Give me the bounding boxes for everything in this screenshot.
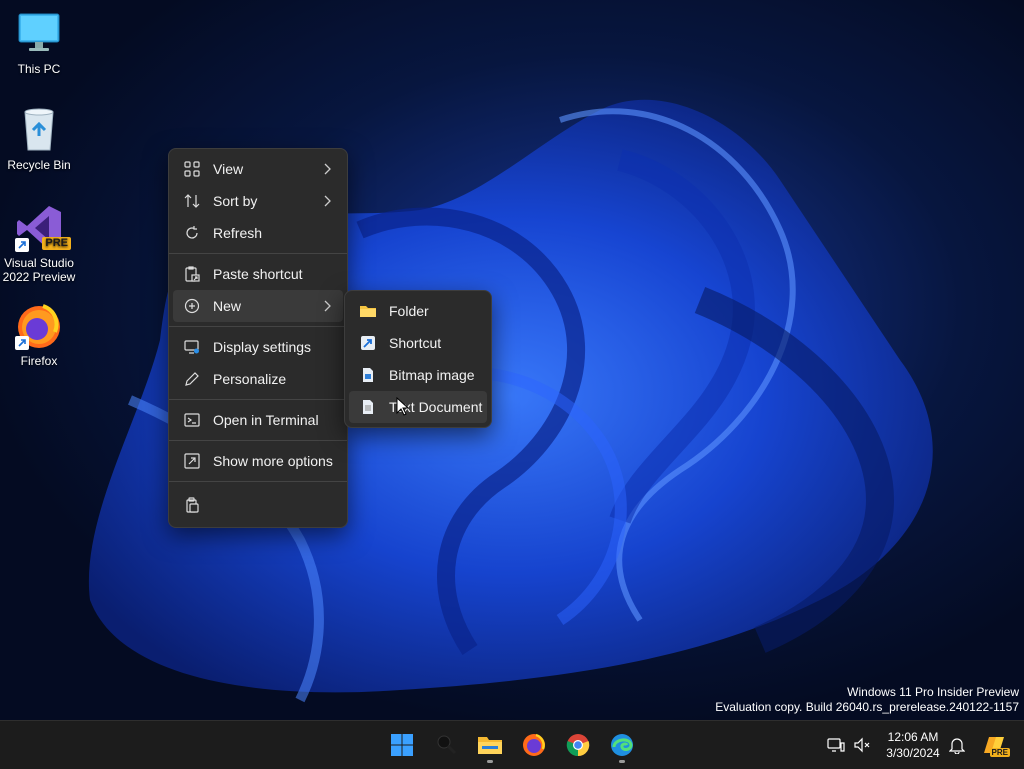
- menu-item-personalize[interactable]: Personalize: [173, 363, 343, 395]
- menu-item-label: Sort by: [213, 193, 258, 209]
- refresh-icon: [183, 224, 201, 242]
- plus-circle-icon: [183, 297, 201, 315]
- chrome-taskbar-button[interactable]: [558, 725, 598, 765]
- running-indicator: [487, 760, 493, 763]
- edge-taskbar-button[interactable]: [602, 725, 642, 765]
- menu-item-label: Personalize: [213, 371, 287, 387]
- desktop-icon-label: Firefox: [20, 354, 58, 368]
- menu-item-refresh[interactable]: Refresh: [173, 217, 343, 249]
- menu-item-new[interactable]: New: [173, 290, 343, 322]
- submenu-item-label: Folder: [389, 303, 429, 319]
- desktop-icon-recycle-bin[interactable]: Recycle Bin: [1, 106, 77, 172]
- copilot-pre-badge: PRE: [989, 748, 1010, 757]
- menu-separator: [169, 253, 347, 254]
- chrome-icon: [566, 734, 590, 757]
- menu-separator: [169, 399, 347, 400]
- more-options-icon: [183, 452, 201, 470]
- grid-icon: [183, 160, 201, 178]
- submenu-item-label: Shortcut: [389, 335, 442, 351]
- firefox-icon: [523, 733, 545, 756]
- menu-item-paste-shortcut[interactable]: Paste shortcut: [173, 258, 343, 290]
- desktop-context-menu: View Sort by Refresh Paste shortcut New …: [168, 148, 348, 528]
- watermark-line1: Windows 11 Pro Insider Preview: [847, 685, 1019, 699]
- menu-item-sort-by[interactable]: Sort by: [173, 185, 343, 217]
- desktop-icon-firefox[interactable]: Firefox: [1, 302, 77, 368]
- menu-separator: [169, 440, 347, 441]
- running-indicator: [619, 760, 625, 763]
- menu-item-open-in-terminal[interactable]: Open in Terminal: [173, 404, 343, 436]
- search-button[interactable]: [427, 725, 467, 765]
- notification-bell-icon: [949, 738, 965, 754]
- menu-separator: [169, 326, 347, 327]
- shortcut-icon: [359, 334, 377, 352]
- edge-icon: [611, 734, 633, 756]
- wallpaper-bloom: [88, 99, 933, 703]
- clock-date: 3/30/2024: [886, 746, 940, 760]
- watermark-line2: Evaluation copy. Build 26040.rs_prerelea…: [715, 700, 1019, 714]
- network-icon: [827, 738, 845, 752]
- menu-item-label: Refresh: [213, 225, 263, 241]
- file-explorer-icon: [478, 737, 502, 754]
- menu-item-clipboard[interactable]: [173, 486, 343, 524]
- submenu-item-label: Bitmap image: [389, 367, 475, 383]
- bitmap-icon: [359, 366, 377, 384]
- desktop-icon-label: This PC: [17, 62, 61, 76]
- clipboard-icon: [183, 496, 201, 514]
- menu-item-show-more-options[interactable]: Show more options: [173, 445, 343, 477]
- evaluation-watermark: Windows 11 Pro Insider Preview Evaluatio…: [715, 685, 1019, 715]
- menu-item-view[interactable]: View: [173, 153, 343, 185]
- sort-icon: [183, 192, 201, 210]
- firefox-taskbar-button[interactable]: [514, 725, 554, 765]
- submenu-item-folder[interactable]: Folder: [349, 295, 487, 327]
- volume-muted-icon: [854, 737, 870, 753]
- search-icon: [437, 735, 457, 755]
- submenu-item-shortcut[interactable]: Shortcut: [349, 327, 487, 359]
- folder-icon: [359, 302, 377, 320]
- terminal-icon: [183, 411, 201, 429]
- desktop-icon-this-pc[interactable]: This PC: [1, 10, 77, 76]
- text-document-icon: [359, 398, 377, 416]
- visual-studio-icon: PRE: [15, 204, 71, 252]
- desktop-icon-label: Visual Studio 2022 Preview: [2, 256, 76, 284]
- pen-icon: [183, 370, 201, 388]
- shortcut-arrow-icon: [15, 238, 29, 252]
- chevron-right-icon: [323, 194, 331, 210]
- paste-shortcut-icon: [183, 265, 201, 283]
- monitor-icon: [15, 10, 63, 58]
- menu-item-label: Paste shortcut: [213, 266, 303, 282]
- mouse-cursor-icon: [396, 397, 410, 416]
- menu-item-label: Open in Terminal: [213, 412, 319, 428]
- clock[interactable]: 12:06 AM 3/30/2024: [880, 729, 946, 761]
- volume-button[interactable]: [850, 725, 874, 765]
- chevron-right-icon: [323, 299, 331, 315]
- menu-item-display-settings[interactable]: Display settings: [173, 331, 343, 363]
- recycle-bin-icon: [15, 106, 63, 154]
- shortcut-arrow-icon: [15, 336, 29, 350]
- display-settings-icon: [183, 338, 201, 356]
- taskbar: 12:06 AM 3/30/2024 PRE: [0, 720, 1024, 769]
- file-explorer-button[interactable]: [470, 725, 510, 765]
- notifications-button[interactable]: [946, 725, 968, 765]
- submenu-item-text-document[interactable]: Text Document: [349, 391, 487, 423]
- copilot-button[interactable]: PRE: [976, 725, 1012, 765]
- menu-item-label: Show more options: [213, 453, 333, 469]
- desktop-icon-visual-studio[interactable]: PRE Visual Studio 2022 Preview: [1, 204, 77, 284]
- network-button[interactable]: [824, 725, 848, 765]
- menu-item-label: Display settings: [213, 339, 312, 355]
- menu-item-label: New: [213, 298, 242, 314]
- clock-time: 12:06 AM: [887, 730, 939, 744]
- new-submenu: Folder Shortcut Bitmap image Text Docume…: [344, 290, 492, 428]
- chevron-right-icon: [323, 162, 331, 178]
- pre-badge: PRE: [42, 237, 71, 250]
- firefox-icon: [15, 302, 63, 350]
- menu-separator: [169, 481, 347, 482]
- start-icon: [391, 734, 413, 756]
- desktop-icon-label: Recycle Bin: [7, 158, 71, 172]
- start-button[interactable]: [382, 725, 422, 765]
- submenu-item-bitmap-image[interactable]: Bitmap image: [349, 359, 487, 391]
- menu-item-label: View: [213, 161, 244, 177]
